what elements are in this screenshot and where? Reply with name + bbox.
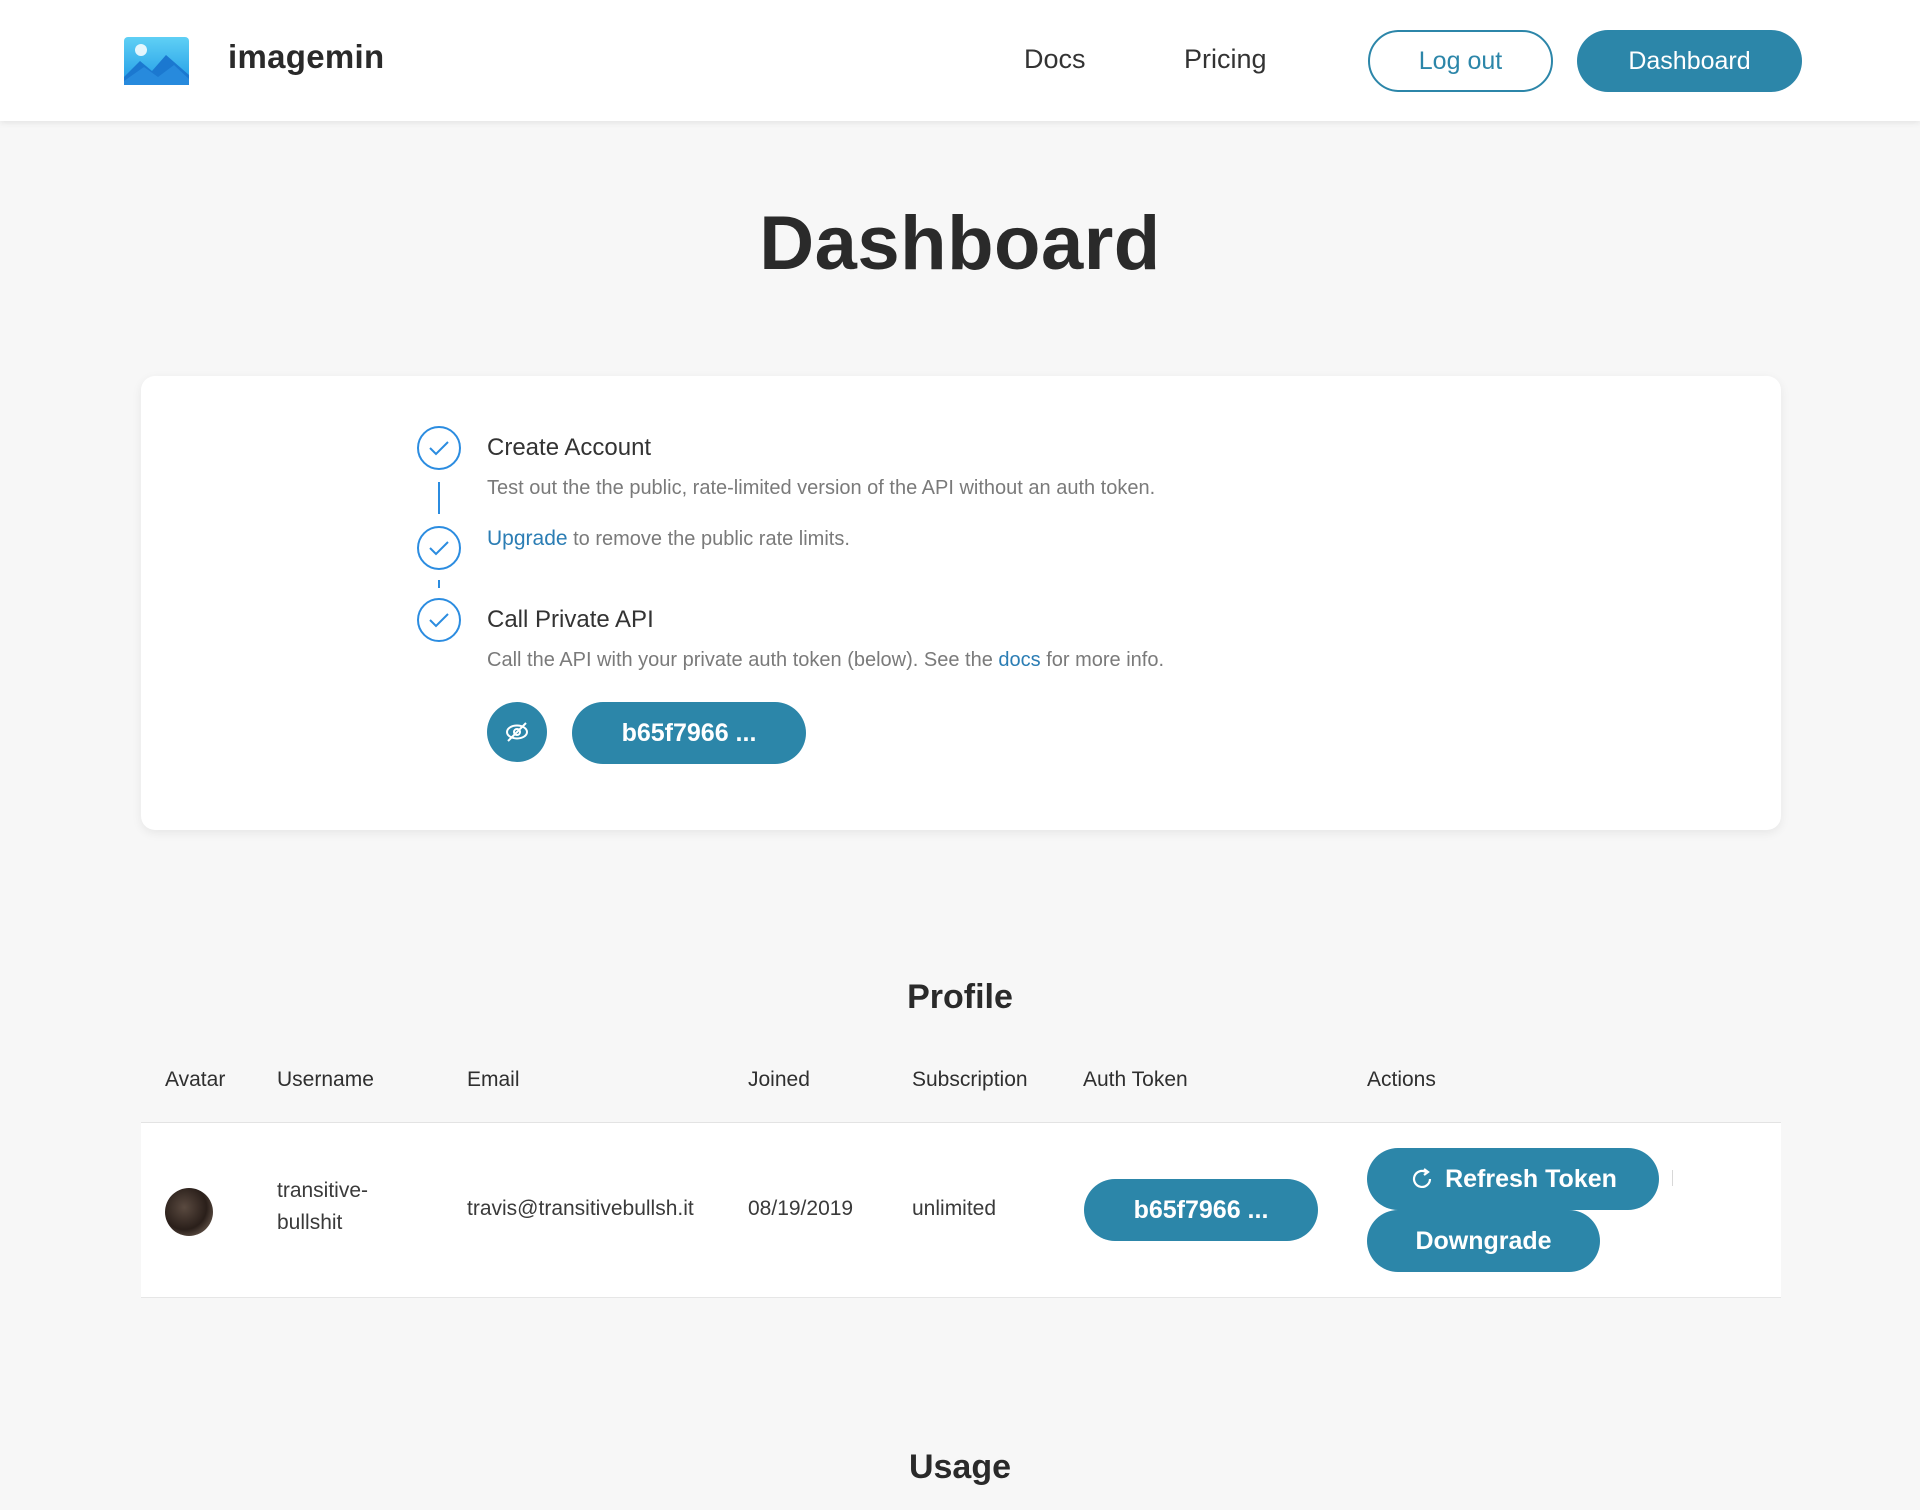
column-header-avatar: Avatar [165, 1068, 226, 1091]
brand-name[interactable]: imagemin [228, 38, 384, 76]
username-line2: bullshit [277, 1211, 343, 1234]
column-header-joined: Joined [748, 1068, 810, 1091]
column-header-auth-token: Auth Token [1083, 1068, 1188, 1091]
docs-link[interactable]: docs [998, 649, 1040, 671]
step2-description: Upgrade to remove the public rate limits… [487, 527, 850, 551]
step1-description: Test out the the public, rate-limited ve… [487, 477, 1156, 499]
step3-check-icon [417, 598, 461, 642]
auth-token-button[interactable]: b65f7966 ... [572, 702, 806, 764]
step3-description-text: Call the API with your private auth toke… [487, 649, 993, 671]
nav-docs-link[interactable]: Docs [1024, 44, 1086, 75]
refresh-token-button[interactable]: Refresh Token [1367, 1148, 1659, 1210]
username-cell: transitive- bullshit [277, 1175, 368, 1239]
column-header-username: Username [277, 1068, 374, 1091]
step2-check-icon [417, 526, 461, 570]
step-connector [438, 482, 440, 514]
column-header-subscription: Subscription [912, 1068, 1028, 1091]
step3-description-tail: for more info. [1046, 649, 1165, 671]
upgrade-link[interactable]: Upgrade [487, 527, 568, 550]
profile-section-title: Profile [907, 978, 1013, 1016]
step3-description: Call the API with your private auth toke… [487, 649, 1164, 672]
top-navbar: imagemin Docs Pricing Log out Dashboard [0, 0, 1920, 121]
email-cell: travis@transitivebullsh.it [467, 1197, 694, 1220]
column-header-actions: Actions [1367, 1068, 1436, 1091]
eye-off-icon [506, 722, 528, 742]
refresh-token-label: Refresh Token [1445, 1164, 1617, 1193]
toggle-token-visibility-button[interactable] [487, 702, 547, 762]
step1-check-icon [417, 426, 461, 470]
page-title: Dashboard [759, 201, 1161, 286]
divider [1672, 1170, 1673, 1186]
row-auth-token-button[interactable]: b65f7966 ... [1084, 1179, 1318, 1241]
dashboard-button[interactable]: Dashboard [1577, 30, 1802, 92]
avatar [165, 1188, 213, 1236]
step-connector [438, 580, 440, 588]
onboarding-steps-card [141, 376, 1781, 830]
step2-description-text: to remove the public rate limits. [573, 528, 850, 550]
step3-title: Call Private API [487, 606, 654, 633]
step1-title: Create Account [487, 434, 652, 461]
joined-cell: 08/19/2019 [748, 1197, 854, 1220]
image-logo-icon[interactable] [124, 37, 189, 85]
column-header-email: Email [467, 1068, 520, 1091]
subscription-link[interactable]: unlimited [912, 1193, 996, 1225]
logout-button[interactable]: Log out [1368, 30, 1553, 92]
username-line1: transitive- [277, 1179, 369, 1202]
nav-pricing-link[interactable]: Pricing [1184, 44, 1267, 75]
profile-table-header: Avatar Username Email Joined Subscriptio… [141, 1040, 1781, 1123]
downgrade-button[interactable]: Downgrade [1367, 1210, 1600, 1272]
refresh-icon [1413, 1168, 1432, 1188]
usage-section-title: Usage [908, 1448, 1012, 1486]
